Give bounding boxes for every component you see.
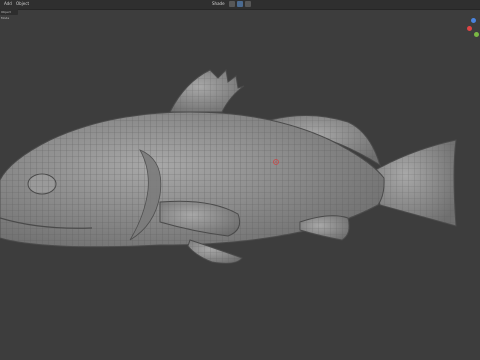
fish-mesh[interactable]: [0, 0, 480, 360]
3d-viewport[interactable]: Add Object Shade Object Mode: [0, 0, 480, 360]
